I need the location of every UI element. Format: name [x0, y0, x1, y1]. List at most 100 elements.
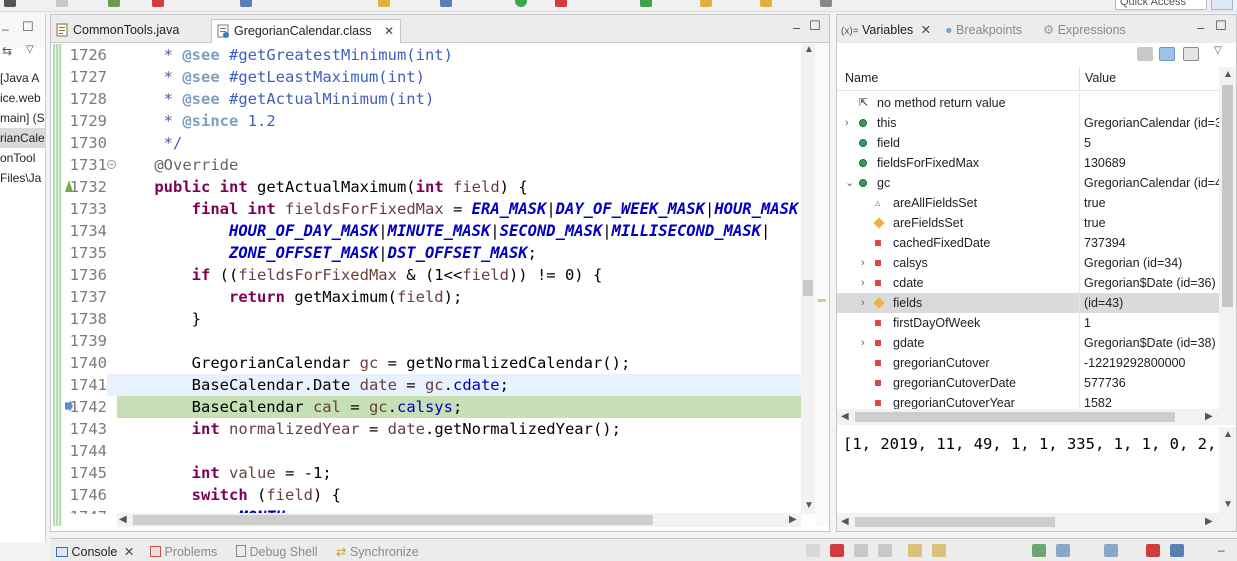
close-tab-icon[interactable]: ✕ — [124, 545, 134, 559]
scroll-up-icon[interactable]: ▲ — [804, 44, 814, 55]
debug-icon[interactable] — [640, 0, 652, 7]
scroll-up-icon[interactable]: ▲ — [1223, 429, 1233, 440]
code-line[interactable]: 1729 * @since 1.2 — [65, 110, 801, 132]
variable-row[interactable]: gregorianCutoverDate 577736 — [837, 373, 1219, 393]
package-explorer-item[interactable]: main] (S — [0, 108, 45, 128]
code-line[interactable]: 1745 int value = -1; — [65, 462, 801, 484]
open-console-icon[interactable] — [1104, 544, 1118, 557]
console-action-icon[interactable] — [1170, 544, 1184, 557]
variable-row[interactable]: firstDayOfWeek 1 — [837, 313, 1219, 333]
expand-icon[interactable]: › — [845, 113, 849, 133]
folder-icon[interactable] — [700, 0, 712, 7]
variable-row[interactable]: ⌄ gc GregorianCalendar (id=40) — [837, 173, 1219, 193]
minimize-icon[interactable]: – — [2, 22, 9, 36]
expand-icon[interactable]: › — [861, 253, 865, 273]
code-line[interactable]: 1746 switch (field) { — [65, 484, 801, 506]
tab-expressions[interactable]: ⚙ Expressions — [1043, 20, 1126, 40]
scroll-left-icon[interactable]: ◀ — [119, 514, 127, 525]
close-tab-icon[interactable]: ✕ — [384, 20, 394, 42]
variable-row[interactable]: › fields (id=43) — [837, 293, 1219, 313]
column-divider[interactable] — [1079, 67, 1080, 91]
package-explorer-item[interactable]: Files\Ja — [0, 168, 41, 188]
scroll-thumb[interactable] — [1222, 85, 1233, 307]
perspective-button[interactable] — [1211, 0, 1233, 10]
view-menu-icon[interactable]: ▽ — [26, 44, 34, 55]
code-line[interactable]: 1733 final int fieldsForFixedMax = ERA_M… — [65, 198, 801, 220]
fold-toggle-icon[interactable]: − — [107, 160, 116, 169]
tab-synchronize[interactable]: ⇄ Synchronize — [336, 543, 419, 561]
variable-row[interactable]: › gdate Gregorian$Date (id=38) — [837, 333, 1219, 353]
variable-row[interactable]: › cdate Gregorian$Date (id=36) — [837, 273, 1219, 293]
variable-row[interactable]: gregorianCutoverYear 1582 — [837, 393, 1219, 409]
variable-row[interactable]: areFieldsSet true — [837, 213, 1219, 233]
variables-vertical-scrollbar[interactable]: ▲ — [1219, 67, 1236, 409]
code-line[interactable]: 1739 — [65, 330, 801, 352]
editor-horizontal-scrollbar[interactable]: ◀ ▶ — [117, 513, 801, 527]
collapse-all-icon[interactable] — [1183, 47, 1199, 61]
quick-access-input[interactable]: Quick Access — [1115, 0, 1207, 10]
variable-row[interactable]: cachedFixedDate 737394 — [837, 233, 1219, 253]
toolbar-icon[interactable] — [4, 0, 16, 7]
variables-horizontal-scrollbar[interactable]: ◀ ▶ — [837, 409, 1236, 425]
clear-console-icon[interactable] — [908, 544, 922, 557]
detail-vertical-scrollbar[interactable]: ▲ ▼ — [1219, 427, 1236, 513]
maximize-icon[interactable]: ☐ — [22, 19, 34, 35]
console-action-icon[interactable] — [1146, 544, 1160, 557]
code-area[interactable]: 1726 * @see #getGreatestMinimum(int) 1727… — [65, 44, 801, 514]
code-line[interactable]: 1727 * @see #getLeastMaximum(int) — [65, 66, 801, 88]
tab-breakpoints[interactable]: ● Breakpoints — [945, 20, 1022, 40]
expand-icon[interactable]: › — [861, 333, 865, 353]
tab-console[interactable]: Console ✕ — [56, 543, 134, 561]
code-line[interactable]: 1743 int normalizedYear = date.getNormal… — [65, 418, 801, 440]
code-line[interactable]: 1737 return getMaximum(field); — [65, 286, 801, 308]
toolbar-icon[interactable] — [820, 0, 832, 7]
scroll-left-icon[interactable]: ◀ — [841, 516, 849, 527]
link-icon[interactable]: ⇆ — [2, 44, 12, 58]
code-line[interactable]: 1734 HOUR_OF_DAY_MASK|MINUTE_MASK|SECOND… — [65, 220, 801, 242]
remove-all-icon[interactable] — [878, 544, 892, 557]
maximize-icon[interactable]: ☐ — [809, 18, 821, 34]
lock-scroll-icon[interactable] — [806, 544, 820, 557]
stop-icon[interactable] — [152, 0, 164, 7]
toolbar-icon[interactable] — [440, 0, 452, 7]
pin-console-icon[interactable] — [1032, 544, 1046, 557]
minimize-icon[interactable]: – — [1218, 543, 1225, 557]
toolbar-icon[interactable] — [378, 0, 390, 7]
view-menu-icon[interactable]: ▽ — [1214, 45, 1222, 56]
overview-marker[interactable] — [818, 299, 826, 302]
code-line[interactable]: 1744 — [65, 440, 801, 462]
code-line[interactable]: 1742 BaseCalendar cal = gc.calsys; — [65, 396, 801, 418]
code-line[interactable]: 1731− @Override — [65, 154, 801, 176]
display-selected-console-icon[interactable] — [1056, 544, 1070, 557]
code-line[interactable]: 1730 */ — [65, 132, 801, 154]
toolbar-icon[interactable] — [240, 0, 252, 7]
scroll-up-icon[interactable]: ▲ — [1223, 69, 1233, 80]
scroll-thumb[interactable] — [855, 517, 1055, 527]
column-name[interactable]: Name — [845, 71, 878, 85]
toolbar-icon[interactable] — [760, 0, 772, 7]
minimize-icon[interactable]: – — [793, 20, 800, 35]
tab-variables[interactable]: (x)= Variables ✕ — [841, 20, 931, 40]
run-icon[interactable] — [515, 0, 527, 7]
scroll-left-icon[interactable]: ◀ — [841, 411, 849, 422]
code-line[interactable]: 1735 ZONE_OFFSET_MASK|DST_OFFSET_MASK; — [65, 242, 801, 264]
package-explorer-item[interactable]: onTool — [0, 148, 35, 168]
code-line[interactable]: 1738 } — [65, 308, 801, 330]
toolbar-icon[interactable] — [555, 0, 567, 7]
variable-detail-pane[interactable]: [1, 2019, 11, 49, 1, 1, 335, 1, 1, 0, 2,… — [837, 427, 1236, 513]
scroll-thumb[interactable] — [133, 515, 653, 525]
scroll-right-icon[interactable]: ▶ — [789, 514, 797, 525]
variable-row[interactable]: › this GregorianCalendar (id=32) — [837, 113, 1219, 133]
terminate-icon[interactable] — [830, 544, 844, 557]
detail-horizontal-scrollbar[interactable]: ◀ ▶ — [837, 513, 1236, 531]
show-logical-structure-icon[interactable] — [1159, 47, 1175, 61]
scroll-right-icon[interactable]: ▶ — [1205, 516, 1213, 527]
variable-row[interactable]: ▵ areAllFieldsSet true — [837, 193, 1219, 213]
package-explorer-item[interactable]: rianCale — [0, 128, 45, 148]
remove-launch-icon[interactable] — [854, 544, 868, 557]
tab-problems[interactable]: Problems — [150, 543, 217, 561]
code-line[interactable]: 1736 if ((fieldsForFixedMax & (1<<field)… — [65, 264, 801, 286]
minimize-icon[interactable]: – — [1197, 20, 1204, 35]
code-line[interactable]: 1740 GregorianCalendar gc = getNormalize… — [65, 352, 801, 374]
tab-gregoriancalendar-class[interactable]: GregorianCalendar.class ✕ — [211, 19, 401, 43]
